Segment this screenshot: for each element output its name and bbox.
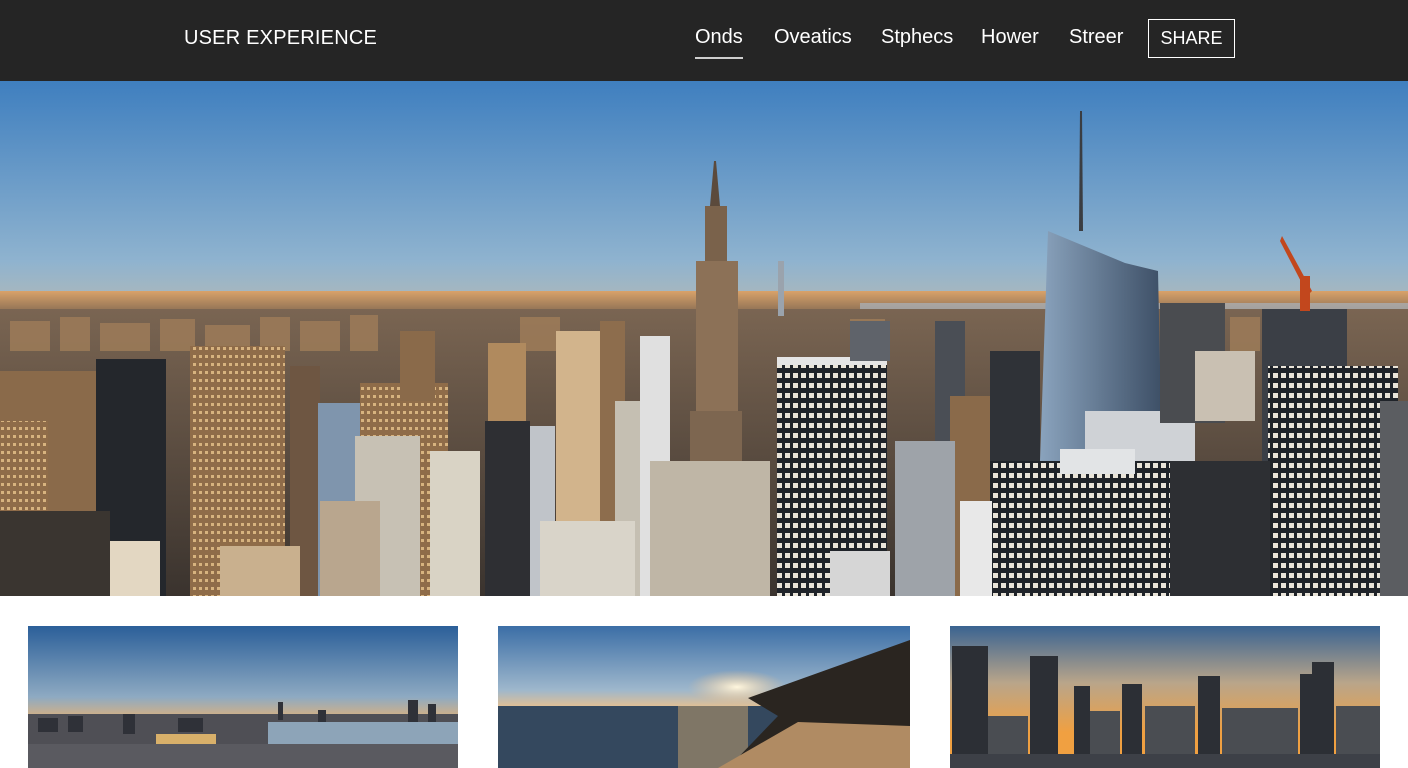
hero-city-skyline-image [0, 81, 1408, 596]
nav-item-onds[interactable]: Onds [695, 26, 743, 59]
city-river-sunset-image [28, 626, 458, 768]
card-beach-sunset[interactable] [498, 626, 910, 768]
nav-item-oveatics[interactable]: Oveatics [774, 26, 852, 49]
beach-sunset-image [498, 626, 910, 768]
top-navigation-bar: USER EXPERIENCE Onds Oveatics Stphecs Ho… [0, 0, 1408, 81]
nav-item-hower[interactable]: Hower [981, 26, 1039, 49]
city-skyline-image [0, 81, 1408, 596]
card-city-river[interactable] [28, 626, 458, 768]
skyline-reflection-image [950, 626, 1380, 768]
card-skyline-reflection[interactable] [950, 626, 1380, 768]
nav-item-streer[interactable]: Streer [1069, 26, 1123, 49]
nav-item-stphecs[interactable]: Stphecs [881, 26, 953, 49]
card-thumbnails-row [0, 596, 1408, 768]
share-button[interactable]: SHARE [1148, 19, 1235, 58]
